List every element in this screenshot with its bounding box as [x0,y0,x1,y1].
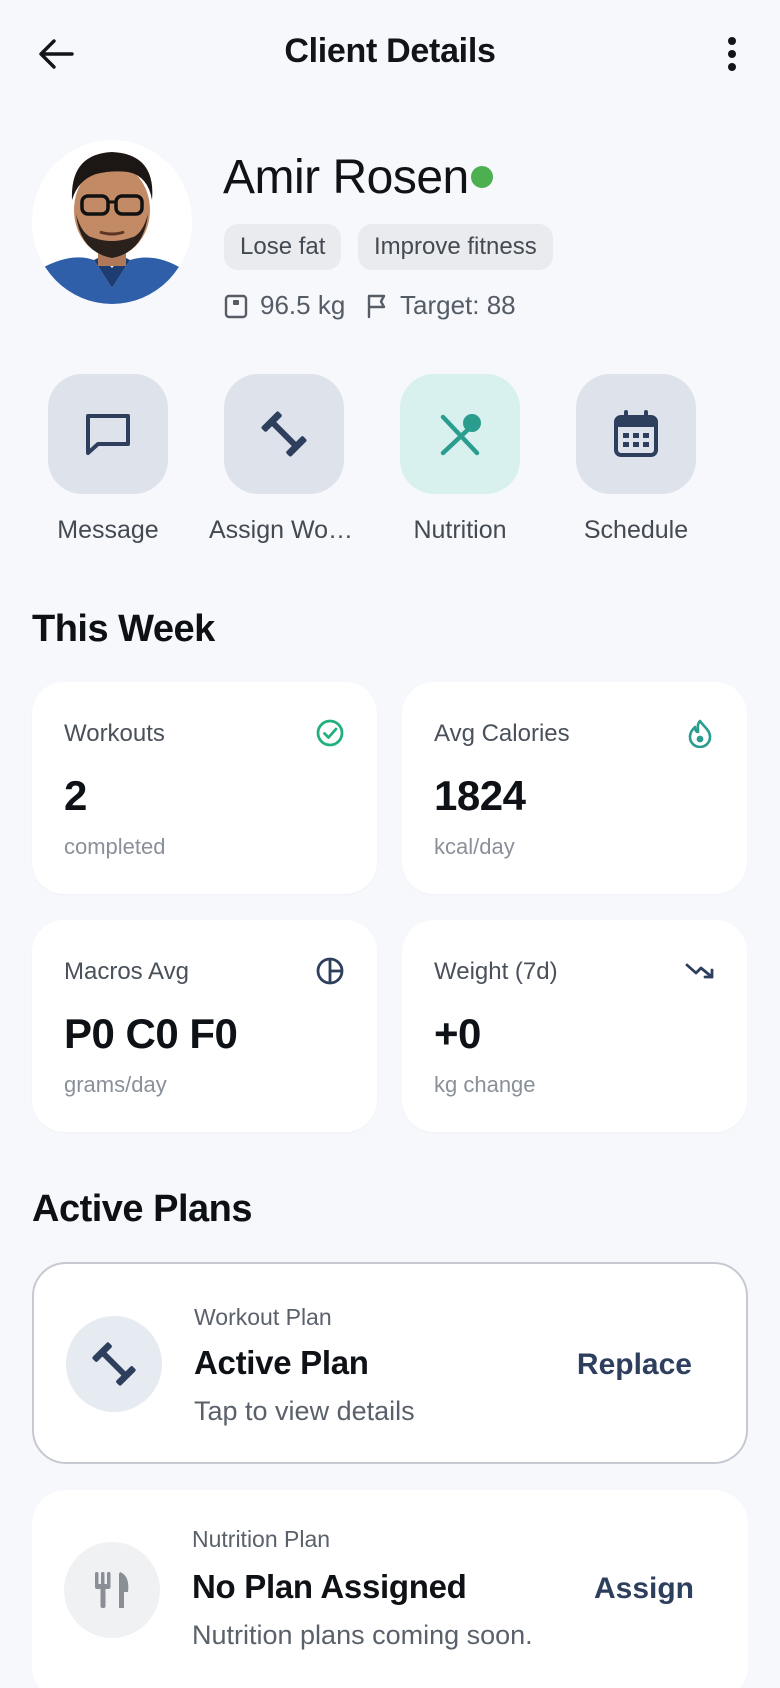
current-weight: 96.5 kg [224,290,345,321]
goal-chip: Improve fitness [358,224,553,270]
flag-icon [367,294,386,318]
macros-avg-card[interactable]: Macros Avg P0 C0 F0 grams/day [32,920,377,1132]
dumbbell-icon [66,1316,162,1412]
plan-subtitle: Nutrition plans coming soon. [192,1620,533,1650]
card-unit: kcal/day [434,834,515,859]
card-unit: kg change [434,1072,536,1097]
plan-title: Active Plan [194,1344,369,1381]
card-unit: completed [64,834,166,859]
plan-kicker: Nutrition Plan [192,1526,331,1552]
card-label: Weight (7d) [434,958,558,985]
target-weight: Target: 88 [366,290,516,321]
card-unit: grams/day [64,1072,167,1097]
replace-plan-button[interactable]: Replace [577,1348,692,1382]
card-value: P0 C0 F0 [64,1010,238,1057]
client-name: Amir Rosen [223,151,469,204]
card-label: Avg Calories [434,720,570,747]
message-action-label: Message [57,516,159,544]
workout-plan-card[interactable]: Workout Plan Active Plan Tap to view det… [32,1262,748,1464]
chat-icon [86,414,130,455]
message-action[interactable]: Message [20,374,196,545]
nutrition-plan-card[interactable]: Nutrition Plan No Plan Assigned Nutritio… [32,1490,748,1688]
assign-workout-action-label: Assign Workout [209,516,359,544]
this-week-heading: This Week [32,608,215,650]
dumbbell-icon [261,411,307,457]
schedule-tile[interactable] [576,374,696,494]
top-app-bar: Client Details [0,0,780,110]
card-value: +0 [434,1010,481,1057]
utensils-icon [64,1542,160,1638]
target-value: Target: 88 [400,290,516,320]
assign-plan-button[interactable]: Assign [594,1572,694,1606]
card-value: 1824 [434,772,526,819]
nutrition-action[interactable]: Nutrition [372,374,548,545]
goal-chip: Lose fat [224,224,342,270]
pie-chart-icon [315,956,345,986]
card-value: 2 [64,772,87,819]
nutrition-action-label: Nutrition [413,516,507,544]
card-label: Workouts [64,720,165,747]
workouts-card[interactable]: Workouts 2 completed [32,682,377,894]
assign-workout-action[interactable]: Assign Workout [196,374,372,545]
scale-icon [224,294,248,318]
plan-title: No Plan Assigned [192,1568,467,1605]
message-tile[interactable] [48,374,168,494]
online-status-indicator [471,166,493,188]
plan-kicker: Workout Plan [194,1304,332,1330]
weight-value: 96.5 kg [260,290,346,320]
plan-subtitle: Tap to view details [194,1396,415,1426]
flame-icon [685,718,715,748]
check-circle-icon [315,718,345,748]
card-label: Macros Avg [64,958,189,985]
trending-down-icon [685,956,715,986]
more-options-button[interactable] [708,30,756,78]
calendar-icon [614,410,658,457]
page-title: Client Details [284,32,496,70]
more-vertical-icon [728,37,736,71]
schedule-action-label: Schedule [583,516,689,544]
active-plans-heading: Active Plans [32,1188,253,1230]
schedule-action[interactable]: Schedule [548,374,724,545]
nutrition-tile[interactable] [400,374,520,494]
avg-calories-card[interactable]: Avg Calories 1824 kcal/day [402,682,747,894]
weight-change-card[interactable]: Weight (7d) +0 kg change [402,920,747,1132]
client-avatar [32,140,192,304]
utensils-icon [440,414,481,456]
assign-workout-tile[interactable] [224,374,344,494]
